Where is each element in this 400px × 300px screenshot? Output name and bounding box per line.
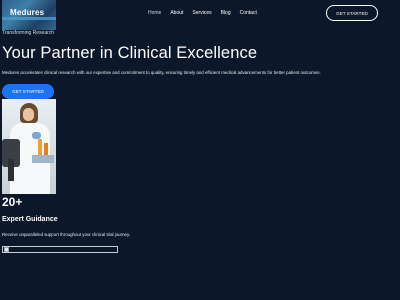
brand-logo[interactable]: Medures bbox=[2, 0, 56, 30]
hero-get-started-button[interactable]: GET STARTED bbox=[2, 84, 54, 99]
hero-title: Your Partner in Clinical Excellence bbox=[2, 44, 258, 62]
logo-decoration bbox=[2, 17, 56, 20]
nav-item-about[interactable]: About bbox=[170, 10, 183, 16]
nav-item-blog[interactable]: Blog bbox=[221, 10, 231, 16]
stat-number: 20+ bbox=[2, 195, 23, 209]
header-get-started-button[interactable]: GET STARTED bbox=[326, 5, 378, 21]
stat-description: Receive unparalleled support throughout … bbox=[2, 232, 131, 237]
broken-image-placeholder bbox=[2, 246, 118, 253]
nav-item-home[interactable]: Home bbox=[148, 10, 161, 16]
logo-text: Medures bbox=[10, 8, 45, 17]
stat-title: Expert Guidance bbox=[2, 216, 58, 223]
photo-microscope-stand bbox=[8, 159, 14, 181]
site-header: Medures Transforming Research Home About… bbox=[0, 0, 400, 36]
photo-face bbox=[23, 108, 34, 121]
main-nav: Home About Services Blog Contact bbox=[148, 10, 257, 16]
nav-item-services[interactable]: Services bbox=[192, 10, 211, 16]
hero-subtitle: Medures accelerates clinical research wi… bbox=[2, 70, 321, 75]
photo-tube-rack bbox=[32, 155, 54, 163]
brand-tagline: Transforming Research bbox=[2, 30, 55, 36]
scientist-photo bbox=[2, 99, 56, 194]
nav-item-contact[interactable]: Contact bbox=[240, 10, 257, 16]
photo-glove bbox=[32, 132, 41, 139]
broken-image-icon bbox=[4, 247, 9, 252]
